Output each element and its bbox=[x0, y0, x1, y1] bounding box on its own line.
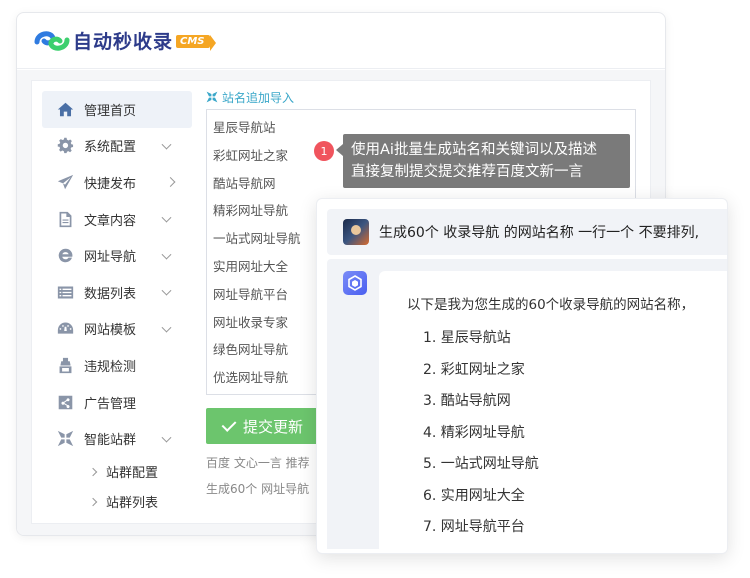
sidebar-item-label: 快捷发布 bbox=[84, 176, 137, 192]
bot-avatar-icon bbox=[343, 271, 367, 295]
chevron-down-icon bbox=[161, 212, 172, 223]
list-item: 5. 一站式网址导航 bbox=[423, 456, 539, 472]
chevron-down-icon bbox=[161, 139, 172, 150]
send-icon bbox=[56, 173, 74, 191]
dashboard-icon bbox=[56, 320, 74, 338]
step-number-badge: 1 bbox=[314, 141, 334, 161]
list-item: 4. 精彩网址导航 bbox=[423, 424, 525, 441]
sidebar-item-ads[interactable]: 广告管理 bbox=[42, 384, 192, 421]
sidebar-subitem-cluster-config[interactable]: 站群配置 bbox=[42, 457, 192, 487]
sidebar-item-templates[interactable]: 网站模板 bbox=[42, 311, 192, 348]
tooltip-line: 使用Ai批量生成站名和关键词以及描述 bbox=[351, 142, 597, 158]
list-item: 3. 酷站导航网 bbox=[423, 393, 511, 409]
tooltip: 使用Ai批量生成站名和关键词以及描述 直接复制提交提交推荐百度文新一言 bbox=[336, 134, 630, 188]
list-item: 1. 星辰导航站 bbox=[423, 330, 511, 346]
sidebar-item-site-cluster[interactable]: 智能站群 bbox=[42, 420, 192, 457]
chevron-down-icon bbox=[161, 432, 172, 443]
sidebar-item-label: 网址导航 bbox=[84, 250, 137, 266]
ai-chat-panel: 生成60个 收录导航 的网站名称 一行一个 不要排列, 以下是我为您生成的60个… bbox=[316, 198, 728, 554]
user-message: 生成60个 收录导航 的网站名称 一行一个 不要排列, bbox=[379, 225, 700, 241]
bot-list: 1. 星辰导航站 2. 彩虹网址之家 3. 酷站导航网 4. 精彩网址导航 5.… bbox=[407, 323, 727, 544]
section-label: 站名追加导入 bbox=[206, 89, 646, 105]
sidebar-item-label: 广告管理 bbox=[84, 396, 137, 412]
sidebar-item-label: 违规检测 bbox=[84, 359, 137, 375]
user-message-row: 生成60个 收录导航 的网站名称 一行一个 不要排列, bbox=[327, 209, 727, 255]
app-header: 自动秒收录 CMS bbox=[17, 13, 665, 69]
chevron-down-icon bbox=[161, 285, 172, 296]
sidebar-item-label: 文章内容 bbox=[84, 213, 137, 229]
bot-intro: 以下是我为您生成的60个收录导航的网站名称， bbox=[407, 297, 695, 313]
list-item: 2. 彩虹网址之家 bbox=[423, 361, 525, 378]
tooltip-line: 直接复制提交提交推荐百度文新一言 bbox=[351, 164, 583, 180]
bot-message: 以下是我为您生成的60个收录导航的网站名称， 1. 星辰导航站 2. 彩虹网址之… bbox=[379, 271, 727, 553]
sidebar-item-system-config[interactable]: 系统配置 bbox=[42, 128, 192, 165]
sidebar-item-violation-check[interactable]: 违规检测 bbox=[42, 347, 192, 384]
chevron-right-icon bbox=[165, 177, 176, 188]
logo-text: 自动秒收录 bbox=[73, 31, 174, 53]
inspector-icon bbox=[56, 356, 74, 374]
sidebar-item-url-nav[interactable]: 网址导航 bbox=[42, 237, 192, 274]
list-icon bbox=[56, 283, 74, 301]
sidebar-subitem-cluster-list[interactable]: 站群列表 bbox=[42, 487, 192, 517]
chevron-down-icon bbox=[161, 322, 172, 333]
share-icon bbox=[56, 393, 74, 411]
sidebar-item-articles[interactable]: 文章内容 bbox=[42, 201, 192, 238]
check-icon bbox=[221, 416, 237, 432]
chevron-right-icon bbox=[88, 467, 98, 477]
sidebar-item-home[interactable]: 管理首页 bbox=[42, 91, 192, 128]
submit-update-button[interactable]: 提交更新 bbox=[206, 408, 322, 444]
document-icon bbox=[56, 210, 74, 228]
ie-icon bbox=[56, 247, 74, 265]
avatar bbox=[343, 219, 369, 245]
list-item: 6. 实用网址大全 bbox=[423, 487, 525, 504]
logo-icon bbox=[33, 28, 71, 54]
cluster-icon bbox=[56, 430, 74, 448]
section-label-text: 站名追加导入 bbox=[222, 90, 295, 105]
sidebar-item-data-list[interactable]: 数据列表 bbox=[42, 274, 192, 311]
submit-button-label: 提交更新 bbox=[242, 417, 303, 436]
list-item: 7. 网址导航平台 bbox=[423, 519, 525, 535]
sidebar-item-label: 管理首页 bbox=[84, 103, 137, 119]
sidebar-item-quick-publish[interactable]: 快捷发布 bbox=[42, 164, 192, 201]
home-icon bbox=[56, 100, 74, 118]
sidebar-item-label: 数据列表 bbox=[84, 286, 137, 302]
chevron-down-icon bbox=[161, 249, 172, 260]
gear-icon bbox=[56, 137, 74, 155]
chevron-right-icon bbox=[88, 497, 98, 507]
sidebar-subitem-label: 站群列表 bbox=[106, 496, 159, 512]
cms-badge: CMS bbox=[176, 35, 215, 51]
sidebar-item-label: 网站模板 bbox=[84, 323, 137, 339]
bot-message-row: 以下是我为您生成的60个收录导航的网站名称， 1. 星辰导航站 2. 彩虹网址之… bbox=[327, 259, 727, 553]
sidebar-item-label: 智能站群 bbox=[84, 433, 137, 449]
cluster-icon bbox=[206, 91, 218, 103]
sidebar-item-label: 系统配置 bbox=[84, 140, 137, 156]
sidebar-subitem-label: 站群配置 bbox=[106, 466, 159, 482]
sidebar: 管理首页 系统配置 快捷发布 文章内容 网址导航 数据列表 网站模板 违规检测 … bbox=[42, 91, 192, 517]
